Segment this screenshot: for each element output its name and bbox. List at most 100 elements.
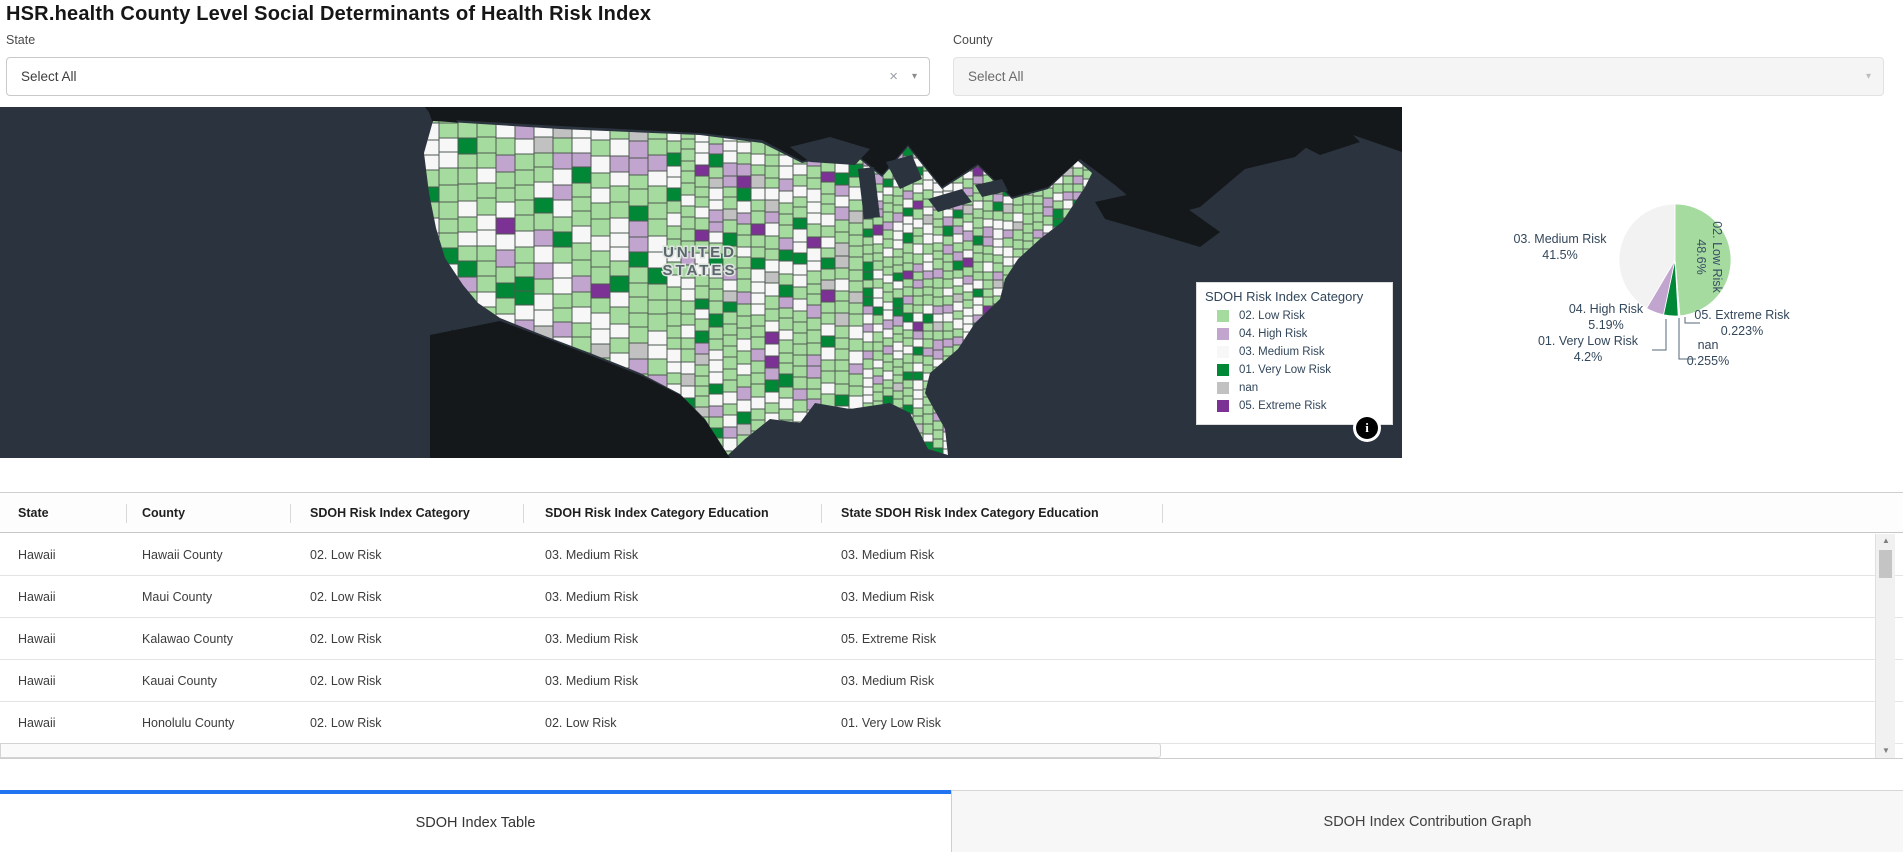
chevron-down-icon[interactable]: ▾ (912, 71, 917, 82)
column-separator (1162, 504, 1163, 523)
table-cell: Kauai County (142, 674, 218, 688)
legend-item-label: 02. Low Risk (1239, 310, 1305, 322)
state-filter-dropdown[interactable]: Select All × ▾ (6, 57, 930, 96)
vertical-scrollbar[interactable]: ▲ ▼ (1875, 534, 1895, 758)
table-cell: 02. Low Risk (310, 548, 382, 562)
pie-label: 0.255% (1687, 354, 1729, 368)
table-cell: 02. Low Risk (310, 632, 382, 646)
table-body: Hawaii Hawaii County 02. Low Risk 03. Mediu… (0, 534, 1903, 744)
column-header[interactable]: SDOH Risk Index Category Education (545, 493, 769, 534)
column-separator (523, 504, 524, 523)
column-header[interactable]: State (18, 493, 49, 534)
sdoh-index-table: State County SDOH Risk Index Category SDOH … (0, 492, 1903, 759)
table-cell: Hawaii (18, 590, 56, 604)
legend-swatch (1217, 382, 1229, 394)
legend-swatch (1217, 346, 1229, 358)
table-cell: 03. Medium Risk (841, 590, 935, 604)
dashboard: HSR.health County Level Social Determina… (0, 0, 1903, 852)
pie-label: 05. Extreme Risk (1694, 308, 1790, 322)
table-cell: Honolulu County (142, 716, 235, 730)
legend-item-label: 03. Medium Risk (1239, 346, 1325, 358)
column-separator (821, 504, 822, 523)
table-cell: 02. Low Risk (310, 590, 382, 604)
horizontal-scrollbar-thumb[interactable] (0, 743, 1161, 758)
table-cell: 03. Medium Risk (545, 590, 639, 604)
legend-title: SDOH Risk Index Category (1205, 289, 1364, 304)
state-filter-label: State (6, 33, 36, 47)
table-row[interactable]: Hawaii Hawaii County 02. Low Risk 03. Mediu… (0, 534, 1903, 576)
risk-distribution-pie-chart[interactable]: 02. Low Risk48.6% 05. Extreme Risk 0.223%n… (1402, 107, 1903, 458)
tab-label: SDOH Index Contribution Graph (1323, 813, 1532, 830)
table-cell: Hawaii (18, 674, 56, 688)
column-separator (126, 504, 127, 523)
table-cell: 01. Very Low Risk (841, 716, 942, 730)
table-cell: 03. Medium Risk (545, 548, 639, 562)
risk-distribution-pie-panel: 02. Low Risk 48.6% 05. Extreme Risk 0.223% n… (1402, 107, 1903, 458)
legend-item-label: nan (1239, 382, 1259, 394)
table-cell: Hawaii County (142, 548, 223, 562)
tab-sdoh-index-contribution-graph[interactable]: SDOH Index Contribution Graph (951, 790, 1903, 852)
county-filter-value: Select All (968, 69, 1024, 84)
table-header-row: State County SDOH Risk Index Category SDOH … (0, 492, 1903, 533)
sheet-tab-bar: SDOH Index Table SDOH Index Contribution… (0, 790, 1903, 852)
table-cell: 02. Low Risk (310, 716, 382, 730)
table-cell: 02. Low Risk (545, 716, 617, 730)
county-filter-dropdown[interactable]: Select All ▾ (953, 57, 1884, 96)
column-header[interactable]: State SDOH Risk Index Category Education (841, 493, 1099, 534)
pie-label: 04. High Risk (1569, 302, 1644, 316)
legend-item-label: 01. Very Low Risk (1239, 364, 1332, 376)
pie-leader-line (1652, 319, 1667, 351)
table-cell: Maui County (142, 590, 213, 604)
choropleth-map[interactable]: UNITED STATES SDOH Risk Index Category 0… (0, 107, 1402, 458)
legend-item-label: 05. Extreme Risk (1239, 400, 1327, 412)
legend-item[interactable]: 04. High Risk (1217, 326, 1384, 342)
legend-items: 02. Low Risk 04. High Risk 03. Medium Risk… (1205, 308, 1384, 414)
clear-filter-icon[interactable]: × (889, 68, 898, 85)
table-cell: 05. Extreme Risk (841, 632, 937, 646)
table-row[interactable]: Hawaii Kauai County 02. Low Risk 03. Medium… (0, 660, 1903, 702)
svg-text:48.6%: 48.6% (1694, 239, 1708, 274)
table-cell: 03. Medium Risk (545, 674, 639, 688)
column-header[interactable]: SDOH Risk Index Category (310, 493, 470, 534)
svg-text:02. Low Risk: 02. Low Risk (1710, 221, 1724, 293)
state-filter-value: Select All (21, 69, 77, 84)
table-cell: Hawaii (18, 632, 56, 646)
tab-label: SDOH Index Table (415, 815, 536, 831)
table-row[interactable]: Hawaii Honolulu County 02. Low Risk 02. Low… (0, 702, 1903, 744)
pie-label: 03. Medium Risk (1513, 232, 1607, 246)
scroll-up-icon[interactable]: ▲ (1876, 534, 1896, 548)
table-cell: Hawaii (18, 548, 56, 562)
legend-item[interactable]: 05. Extreme Risk (1217, 398, 1384, 414)
pie-label: 4.2% (1574, 350, 1603, 364)
page-title: HSR.health County Level Social Determina… (6, 3, 652, 25)
legend-item[interactable]: 01. Very Low Risk (1217, 362, 1384, 378)
svg-text:UNITED: UNITED (663, 244, 737, 261)
pie-label: 0.223% (1721, 324, 1763, 338)
legend-item[interactable]: 02. Low Risk (1217, 308, 1384, 324)
table-cell: Kalawao County (142, 632, 234, 646)
tab-sdoh-index-table[interactable]: SDOH Index Table (0, 790, 951, 852)
table-row[interactable]: Hawaii Kalawao County 02. Low Risk 03. Medi… (0, 618, 1903, 660)
vertical-scrollbar-thumb[interactable] (1879, 550, 1892, 578)
info-icon[interactable]: i (1353, 414, 1381, 442)
legend-item[interactable]: 03. Medium Risk (1217, 344, 1384, 360)
pie-label: 5.19% (1588, 318, 1623, 332)
pie-label: 41.5% (1542, 248, 1577, 262)
pie-label: nan (1698, 338, 1719, 352)
table-cell: 03. Medium Risk (841, 548, 935, 562)
country-label: UNITED STATES (661, 243, 737, 281)
pie-leader-line (1678, 318, 1696, 360)
table-bottom-divider (0, 758, 1903, 759)
legend-swatch (1217, 364, 1229, 376)
legend-item[interactable]: nan (1217, 380, 1384, 396)
table-row[interactable]: Hawaii Maui County 02. Low Risk 03. Medium … (0, 576, 1903, 618)
legend-swatch (1217, 400, 1229, 412)
map-legend: SDOH Risk Index Category 02. Low Risk 04.… (1196, 282, 1393, 425)
column-header[interactable]: County (142, 493, 185, 534)
pie-label: 01. Very Low Risk (1538, 334, 1639, 348)
us-county-map[interactable]: UNITED STATES (0, 107, 1402, 458)
legend-swatch (1217, 310, 1229, 322)
chevron-down-icon[interactable]: ▾ (1866, 71, 1871, 82)
scroll-down-icon[interactable]: ▼ (1876, 744, 1896, 758)
table-cell: 03. Medium Risk (545, 632, 639, 646)
